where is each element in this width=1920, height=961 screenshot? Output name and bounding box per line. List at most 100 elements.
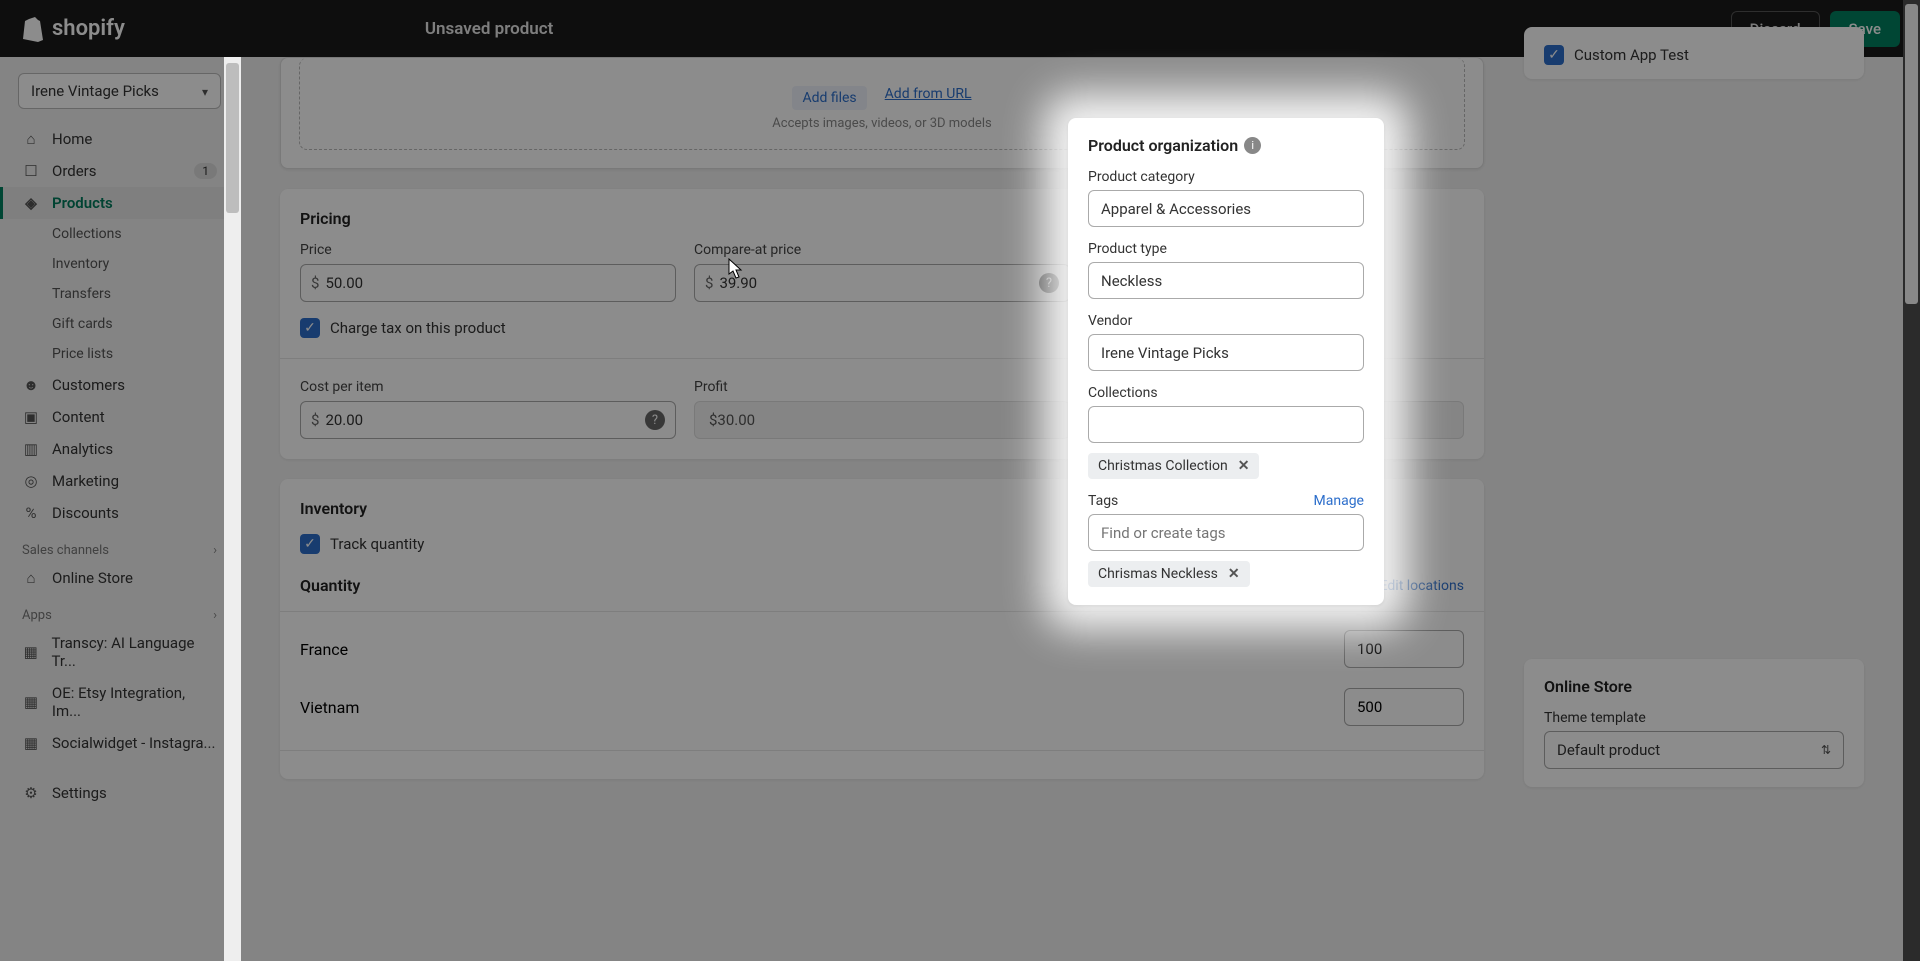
location-qty-input[interactable]: [1344, 630, 1464, 668]
page-scrollbar[interactable]: [1903, 0, 1920, 961]
chevron-right-icon: ›: [213, 608, 217, 623]
custom-app-checkbox[interactable]: ✓: [1544, 45, 1564, 65]
side-nav: Irene Vintage Picks ⌂Home ☐Orders1 ◈Prod…: [0, 57, 240, 961]
nav-collections-label: Collections: [52, 226, 122, 242]
store-selector[interactable]: Irene Vintage Picks: [18, 73, 221, 109]
theme-template-select[interactable]: Default product ⇅: [1544, 731, 1844, 769]
nav-inventory-label: Inventory: [52, 256, 109, 272]
nav-gift-cards[interactable]: Gift cards: [0, 309, 239, 339]
nav-discounts[interactable]: %Discounts: [0, 497, 239, 529]
nav-settings[interactable]: ⚙Settings: [0, 777, 239, 809]
nav-online-store-label: Online Store: [52, 569, 133, 587]
nav-analytics[interactable]: ▥Analytics: [0, 433, 239, 465]
collections-input[interactable]: [1088, 406, 1364, 443]
tags-input[interactable]: [1088, 514, 1364, 551]
currency-symbol: $: [311, 274, 319, 292]
right-column: ✓ Custom App Test Online Store Theme tem…: [1524, 57, 1920, 961]
info-icon[interactable]: i: [1244, 137, 1261, 154]
nav-price-lists[interactable]: Price lists: [0, 339, 239, 369]
nav-inventory[interactable]: Inventory: [0, 249, 239, 279]
compare-price-input[interactable]: [719, 274, 1039, 292]
sales-channels-section[interactable]: Sales channels›: [0, 529, 239, 562]
shopify-logo: shopify: [20, 15, 125, 43]
nav-app-socialwidget[interactable]: ▦Socialwidget - Instagra...: [0, 727, 239, 759]
cost-label: Cost per item: [300, 379, 676, 395]
collection-chip: Christmas Collection ✕: [1088, 453, 1259, 479]
profit-readonly: $30.00: [694, 401, 1070, 439]
location-row-vietnam: Vietnam: [300, 678, 1464, 736]
unsaved-product-label: Unsaved product: [425, 19, 553, 39]
charge-tax-label: Charge tax on this product: [330, 319, 506, 337]
nav-home[interactable]: ⌂Home: [0, 123, 239, 155]
currency-symbol: $: [705, 274, 713, 292]
page-scroll-thumb[interactable]: [1905, 4, 1918, 304]
track-quantity-checkbox[interactable]: ✓: [300, 534, 320, 554]
location-qty-input[interactable]: [1344, 688, 1464, 726]
person-icon: ☻: [22, 376, 40, 394]
nav-app-etsy[interactable]: ▦ OE: Etsy Integration, Im...: [0, 677, 239, 727]
nav-marketing[interactable]: ◎Marketing: [0, 465, 239, 497]
nav-app-transcy[interactable]: ▦ Transcy: AI Language Tr...: [0, 627, 239, 677]
charge-tax-checkbox[interactable]: ✓: [300, 318, 320, 338]
app-icon: ▦: [22, 643, 39, 661]
nav-transfers-label: Transfers: [52, 286, 111, 302]
price-input[interactable]: [325, 274, 665, 292]
sidenav-scroll-thumb[interactable]: [226, 63, 239, 213]
nav-gift-cards-label: Gift cards: [52, 316, 113, 332]
tag-chip-label: Chrismas Neckless: [1098, 566, 1218, 582]
analytics-icon: ▥: [22, 440, 40, 458]
remove-collection-icon[interactable]: ✕: [1238, 458, 1250, 474]
nav-app3-label: Socialwidget - Instagra...: [52, 734, 215, 752]
nav-orders[interactable]: ☐Orders1: [0, 155, 239, 187]
online-store-card: Online Store Theme template Default prod…: [1524, 659, 1864, 787]
add-from-url-link[interactable]: Add from URL: [885, 86, 972, 110]
nav-transfers[interactable]: Transfers: [0, 279, 239, 309]
nav-customers[interactable]: ☻ Customers: [0, 369, 239, 401]
theme-template-label: Theme template: [1544, 710, 1844, 726]
product-organization-card: Product organization i Product category …: [1068, 118, 1384, 605]
select-chevron-icon: ⇅: [1821, 743, 1831, 757]
vendor-label: Vendor: [1088, 313, 1364, 329]
apps-section[interactable]: Apps›: [0, 594, 239, 627]
tags-manage-link[interactable]: Manage: [1314, 493, 1364, 509]
nav-customers-label: Customers: [52, 376, 125, 394]
nav-app2-label: OE: Etsy Integration, Im...: [52, 684, 217, 720]
quantity-heading: Quantity: [300, 576, 360, 595]
theme-template-value: Default product: [1557, 741, 1660, 759]
nav-collections[interactable]: Collections: [0, 219, 239, 249]
sales-channels-label: Sales channels: [22, 543, 109, 558]
content-icon: ▣: [22, 408, 40, 426]
store-selector-value: Irene Vintage Picks: [31, 82, 159, 100]
app-icon: ▦: [22, 693, 40, 711]
vendor-input[interactable]: [1088, 334, 1364, 371]
orders-badge: 1: [194, 163, 217, 179]
nav-app1-label: Transcy: AI Language Tr...: [51, 634, 217, 670]
custom-app-label: Custom App Test: [1574, 46, 1689, 64]
chevron-down-icon: [202, 82, 208, 100]
help-icon[interactable]: ?: [1039, 273, 1059, 293]
cost-input-wrap[interactable]: $ ?: [300, 401, 676, 439]
nav-products[interactable]: ◈Products: [0, 187, 239, 219]
nav-orders-label: Orders: [52, 162, 97, 180]
home-icon: ⌂: [22, 130, 40, 148]
nav-online-store[interactable]: ⌂Online Store: [0, 562, 239, 594]
product-category-input[interactable]: [1088, 190, 1364, 227]
nav-content[interactable]: ▣ Content: [0, 401, 239, 433]
nav-content-label: Content: [52, 408, 105, 426]
sidenav-scrollbar[interactable]: [224, 57, 241, 961]
nav-price-lists-label: Price lists: [52, 346, 113, 362]
nav-discounts-label: Discounts: [52, 504, 119, 522]
remove-tag-icon[interactable]: ✕: [1228, 566, 1240, 582]
tag-chip: Chrismas Neckless ✕: [1088, 561, 1250, 587]
online-store-title: Online Store: [1544, 677, 1844, 696]
product-type-input[interactable]: [1088, 262, 1364, 299]
cost-input[interactable]: [325, 411, 645, 429]
edit-locations-link[interactable]: Edit locations: [1380, 578, 1464, 594]
compare-price-input-wrap[interactable]: $ ?: [694, 264, 1070, 302]
product-status-card-tail: ✓ Custom App Test: [1524, 27, 1864, 79]
add-files-link[interactable]: Add files: [792, 86, 866, 110]
location-name: France: [300, 640, 348, 659]
help-icon[interactable]: ?: [645, 410, 665, 430]
price-input-wrap[interactable]: $: [300, 264, 676, 302]
profit-value: $30.00: [705, 411, 755, 429]
